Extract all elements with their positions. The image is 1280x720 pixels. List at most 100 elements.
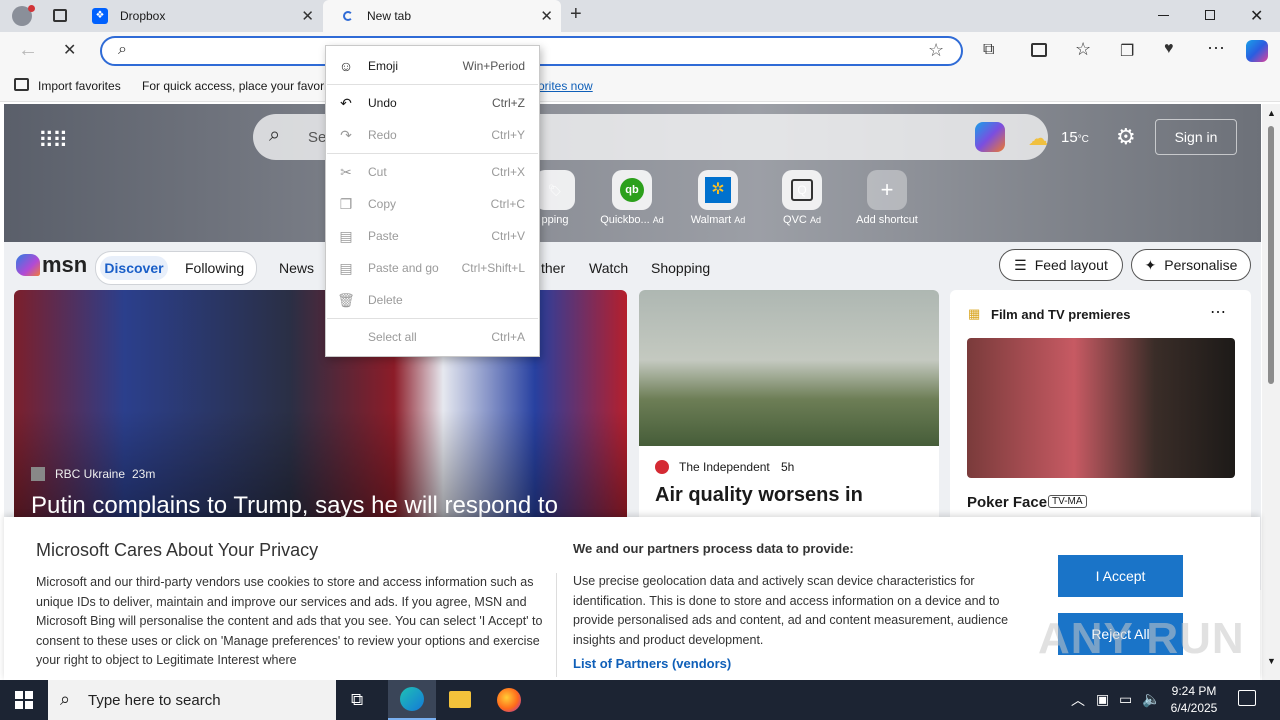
tab-title: Dropbox — [120, 9, 166, 23]
menu-shortcut: Ctrl+Y — [491, 128, 525, 142]
page-scrollbar[interactable]: ▲ ▼ — [1262, 104, 1280, 680]
msn-logo[interactable]: msn — [16, 252, 87, 278]
news-source: The Independent — [679, 460, 770, 474]
notifications-icon[interactable] — [1238, 690, 1256, 706]
emoji-icon: ☺ — [338, 58, 354, 74]
close-window-icon[interactable]: ✕ — [1250, 6, 1263, 26]
clock[interactable]: 9:24 PM 6/4/2025 — [1164, 683, 1224, 717]
news-photo — [639, 290, 939, 446]
card-more-icon[interactable]: ⋯ — [1210, 302, 1226, 322]
feed-layout-button[interactable]: ☰ Feed layout — [999, 249, 1123, 281]
privacy-body: Microsoft and our third-party vendors us… — [36, 575, 543, 667]
menu-item-copy[interactable]: ❐ Copy Ctrl+C — [326, 190, 539, 218]
extensions-icon[interactable]: ⧉ — [983, 41, 994, 59]
menu-item-paste-and-go[interactable]: ▤ Paste and go Ctrl+Shift+L — [326, 254, 539, 282]
add-favorite-star-icon[interactable]: ☆ — [928, 40, 944, 61]
volume-icon[interactable]: 🔈 — [1142, 690, 1161, 708]
personalise-button[interactable]: ✦ Personalise — [1131, 249, 1251, 281]
import-favorites-button[interactable]: Import favorites — [38, 79, 121, 93]
menu-item-select-all[interactable]: Select all Ctrl+A — [326, 323, 539, 351]
accept-button[interactable]: I Accept — [1058, 555, 1183, 597]
tab-following[interactable]: Following — [185, 260, 244, 276]
network-icon[interactable]: ▭ — [1119, 691, 1132, 708]
menu-item-undo[interactable]: ↶ Undo Ctrl+Z — [326, 89, 539, 117]
menu-label: Select all — [368, 330, 417, 344]
hero-background: ⠿⠿ ⌕ Se ☁ 15°C ⚙ Sign in 🏷 pping qb Quickb… — [4, 104, 1261, 242]
taskbar-search-placeholder: Type here to search — [88, 692, 221, 709]
shortcut-quickbooks[interactable]: qb Quickbo... Ad — [594, 170, 670, 226]
partners-link[interactable]: List of Partners (vendors) — [573, 656, 731, 671]
news-source: RBC Ukraine — [55, 467, 126, 481]
tab-new-tab[interactable]: New tab ✕ — [323, 0, 561, 32]
menu-item-emoji[interactable]: ☺ Emoji Win+Period — [326, 52, 539, 80]
scroll-up-icon[interactable]: ▲ — [1267, 108, 1276, 118]
undo-icon: ↶ — [340, 94, 352, 111]
loading-icon — [343, 11, 353, 21]
tray-app-icon[interactable]: ▣ — [1096, 691, 1109, 708]
performance-icon[interactable]: ♥ — [1164, 40, 1174, 58]
scroll-thumb[interactable] — [1268, 126, 1274, 384]
rating-badge: TV-MA — [1048, 495, 1087, 508]
file-explorer-icon[interactable] — [449, 691, 471, 708]
split-screen-icon[interactable] — [1031, 43, 1047, 57]
show-title[interactable]: Poker Face — [967, 494, 1047, 511]
new-tab-icon[interactable]: + — [570, 3, 582, 26]
tab-dropbox[interactable]: ❖ Dropbox ✕ — [82, 0, 322, 32]
tab-weather[interactable]: ther — [541, 260, 565, 276]
stop-loading-icon[interactable]: ✕ — [63, 40, 76, 60]
add-shortcut[interactable]: + Add shortcut — [849, 170, 925, 226]
close-tab-icon[interactable]: ✕ — [540, 7, 553, 25]
delete-icon: 🗑 — [337, 291, 355, 308]
apps-grid-icon[interactable]: ⠿⠿ — [38, 128, 68, 154]
collections-icon[interactable]: ❐ — [1120, 41, 1134, 61]
shortcut-walmart[interactable]: ✲ Walmart Ad — [680, 170, 756, 226]
menu-item-cut[interactable]: ✂ Cut Ctrl+X — [326, 158, 539, 186]
menu-item-paste[interactable]: ▤ Paste Ctrl+V — [326, 222, 539, 250]
task-view-icon[interactable]: ⧉ — [351, 690, 363, 710]
menu-label: Paste and go — [368, 261, 439, 275]
shortcut-qvc[interactable]: Q QVC Ad — [764, 170, 840, 226]
menu-shortcut: Ctrl+X — [491, 165, 525, 179]
tab-watch[interactable]: Watch — [589, 260, 628, 276]
import-favorites-icon — [14, 78, 29, 91]
edge-taskbar-icon[interactable] — [388, 680, 436, 720]
favorites-icon[interactable]: ☆ — [1075, 39, 1091, 60]
partners-title: We and our partners process data to prov… — [573, 541, 854, 556]
ad-label: Ad — [652, 215, 664, 225]
msn-butterfly-icon — [16, 254, 40, 276]
msn-nav-bar: msn Discover Following News ther Watch S… — [4, 242, 1261, 292]
sign-in-button[interactable]: Sign in — [1155, 119, 1237, 155]
privacy-title: Microsoft Cares About Your Privacy — [36, 540, 319, 560]
show-hidden-icons-icon[interactable]: ︿ — [1071, 690, 1085, 710]
copilot-search-icon[interactable] — [975, 122, 1005, 152]
tab-discover[interactable]: Discover — [100, 256, 168, 280]
clapper-icon: ▦ — [968, 306, 981, 321]
back-icon[interactable]: ← — [18, 39, 38, 62]
menu-item-redo[interactable]: ↷ Redo Ctrl+Y — [326, 121, 539, 149]
scroll-down-icon[interactable]: ▼ — [1267, 656, 1276, 666]
favorites-bar: Import favorites For quick access, place… — [0, 70, 1280, 102]
minimize-icon[interactable] — [1158, 15, 1169, 16]
manage-favorites-link[interactable]: orites now — [538, 79, 593, 93]
copilot-icon[interactable] — [1246, 40, 1268, 62]
news-headline[interactable]: Air quality worsens in — [655, 484, 863, 507]
news-headline[interactable]: Putin complains to Trump, says he will r… — [31, 492, 558, 520]
close-tab-icon[interactable]: ✕ — [301, 7, 314, 25]
weather-temp: 15°C — [1061, 129, 1089, 146]
ad-label: Ad — [734, 215, 746, 225]
accept-label: I Accept — [1095, 568, 1146, 584]
menu-item-delete[interactable]: 🗑 Delete — [326, 286, 539, 314]
maximize-icon[interactable] — [1205, 10, 1215, 20]
tab-label: Discover — [104, 260, 164, 276]
start-windows-icon[interactable] — [15, 691, 33, 709]
windows-taskbar: ⌕ Type here to search ⧉ ︿ ▣ ▭ 🔈 9:24 PM … — [0, 680, 1280, 720]
redo-icon: ↷ — [340, 126, 352, 143]
settings-more-icon[interactable]: ⋯ — [1207, 38, 1225, 59]
page-settings-icon[interactable]: ⚙ — [1116, 124, 1136, 150]
firefox-icon[interactable] — [497, 688, 521, 712]
tab-shopping[interactable]: Shopping — [651, 260, 710, 276]
tab-actions-icon[interactable] — [53, 9, 67, 22]
menu-separator — [327, 84, 538, 85]
taskbar-search-box[interactable]: ⌕ Type here to search — [48, 680, 336, 720]
tab-news[interactable]: News — [279, 260, 314, 276]
